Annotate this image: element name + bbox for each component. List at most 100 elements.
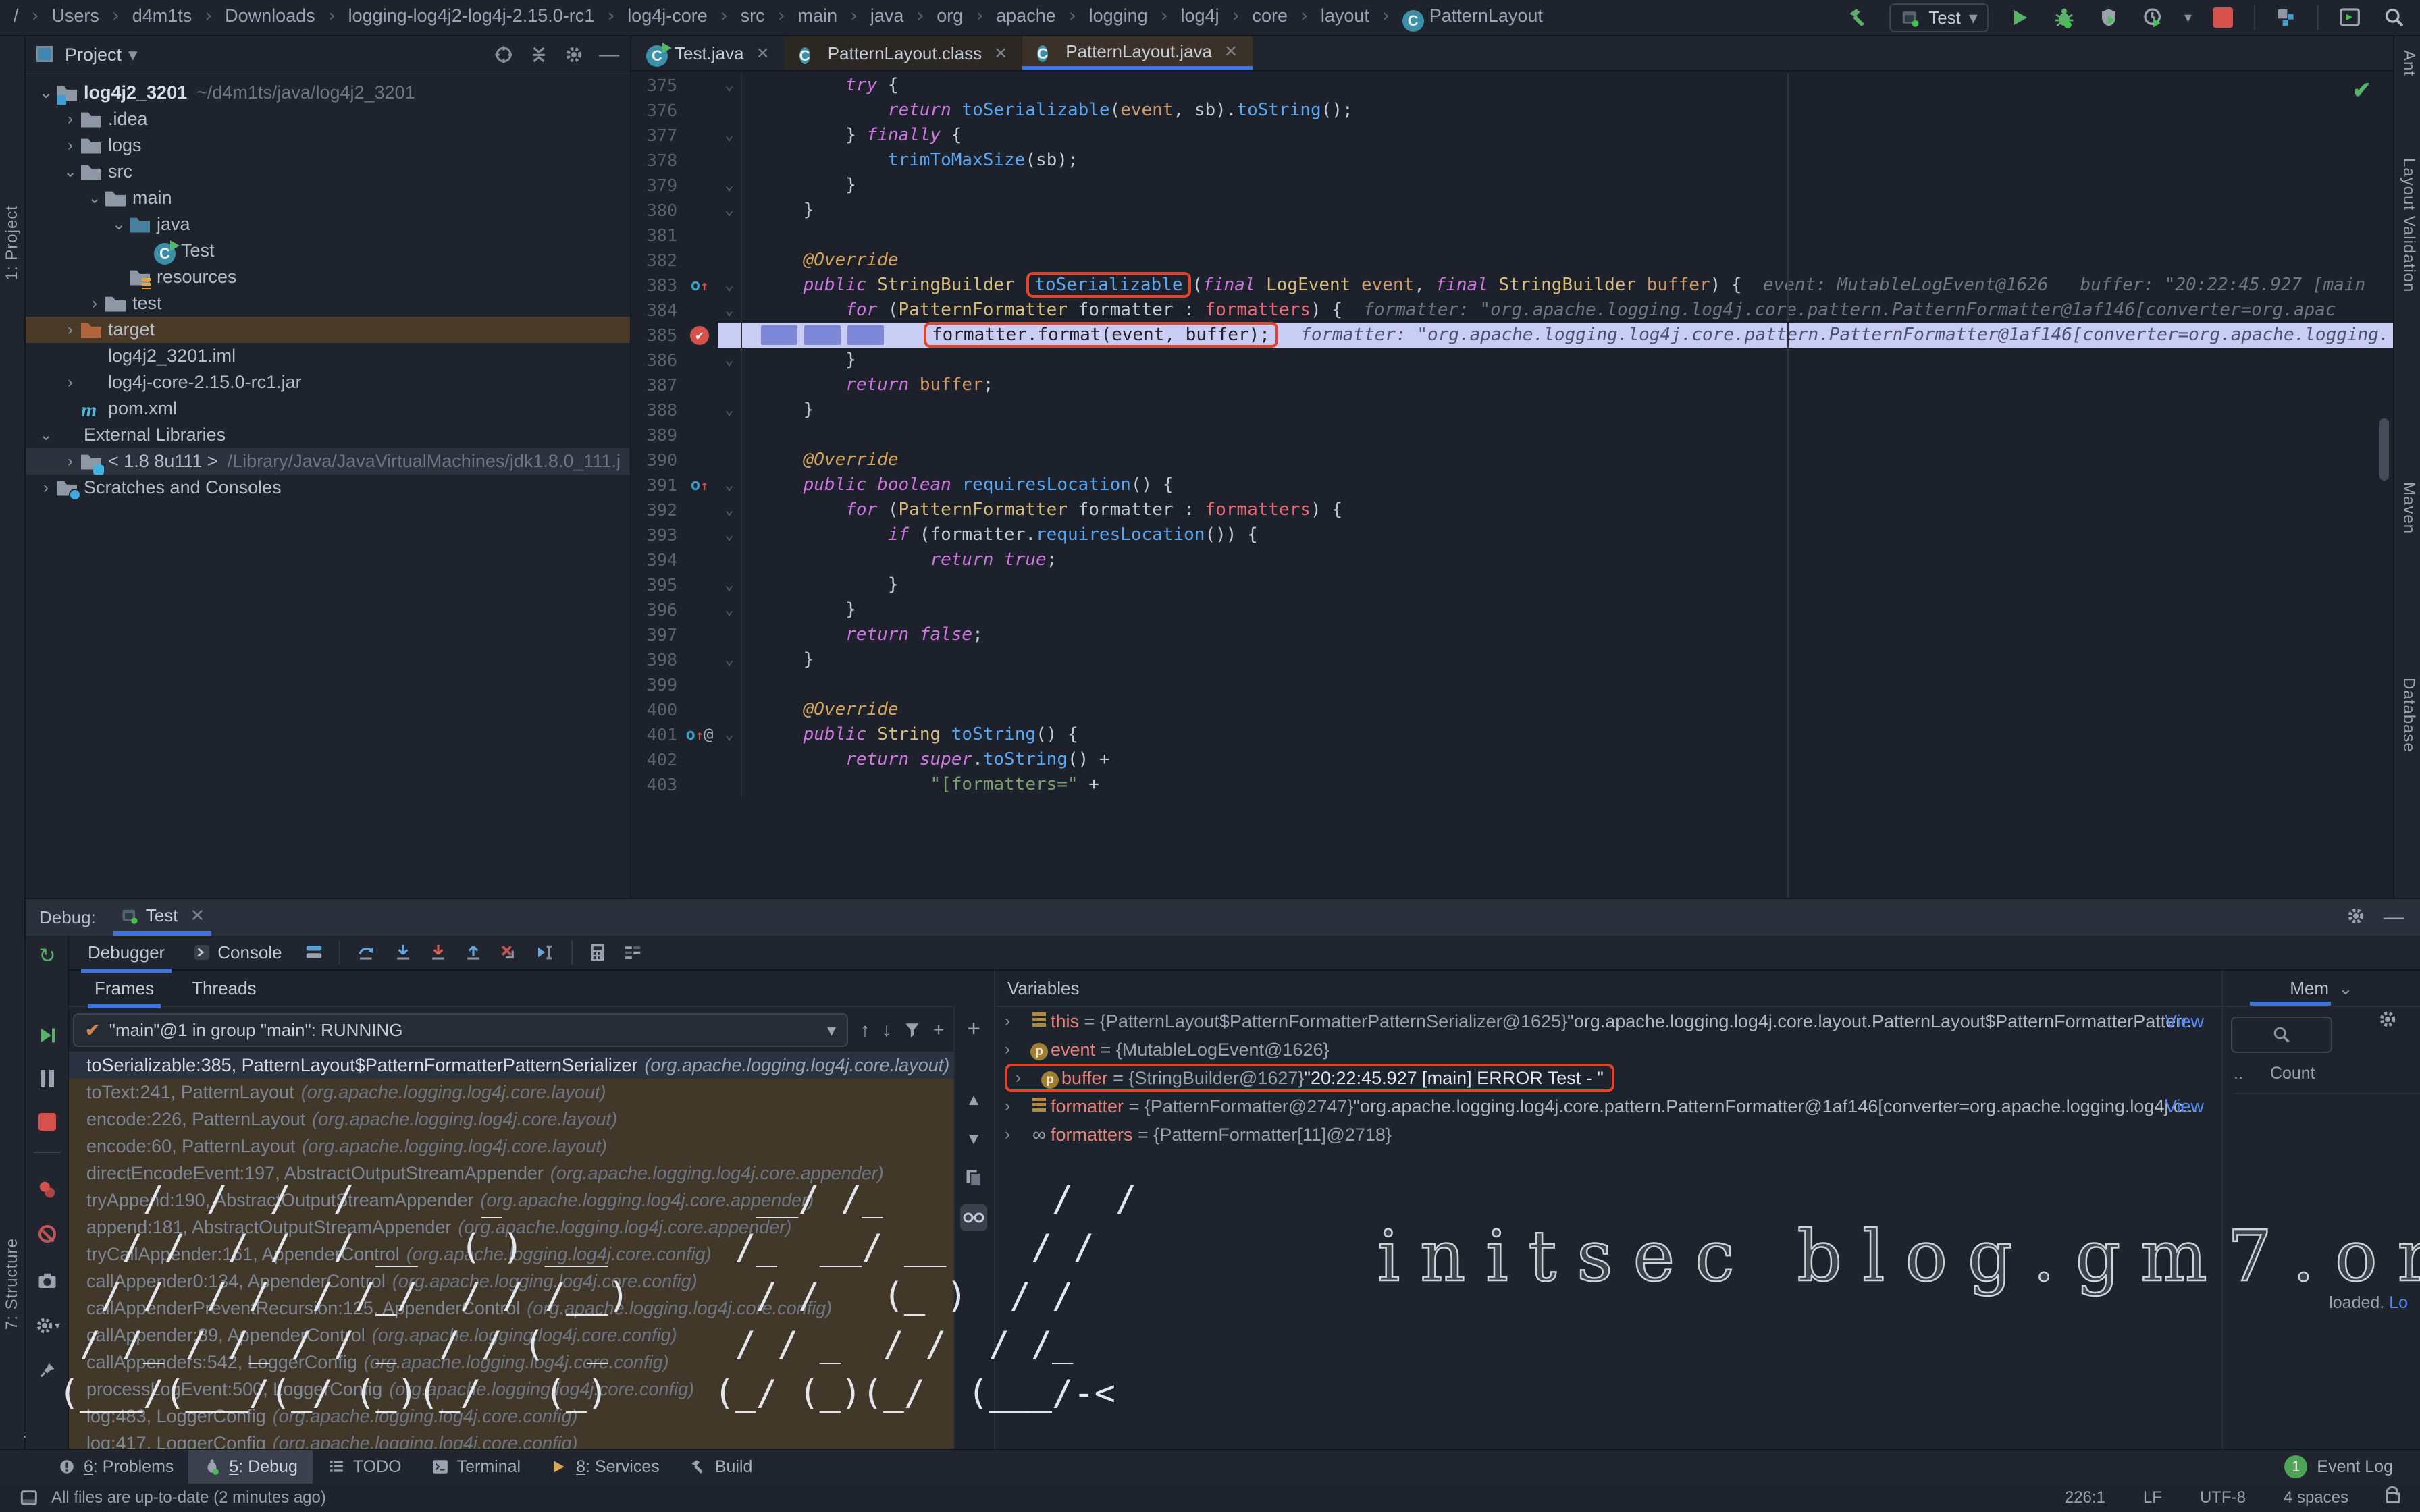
- breadcrumb-segment[interactable]: main: [797, 5, 837, 26]
- tree-chevron-icon[interactable]: ⌄: [108, 215, 130, 234]
- code-area[interactable]: 375⌄ try {376 return toSerializable(even…: [631, 73, 2393, 898]
- breadcrumb-segment[interactable]: org: [937, 5, 963, 26]
- override-icon[interactable]: o↑: [686, 725, 704, 744]
- fold-marker-icon[interactable]: ⌄: [718, 497, 742, 522]
- expand-chevron-icon[interactable]: ›: [1005, 1012, 1028, 1031]
- tree-item--1-8-8u111-[interactable]: ›< 1.8 8u111 >/Library/Java/JavaVirtualM…: [26, 448, 630, 475]
- tree-item-scratches-and-consoles[interactable]: ›Scratches and Consoles: [26, 475, 630, 501]
- close-icon[interactable]: ✕: [190, 905, 205, 926]
- tree-chevron-icon[interactable]: ›: [84, 294, 105, 313]
- stack-frame[interactable]: encode:226, PatternLayout(org.apache.log…: [69, 1106, 953, 1133]
- tree-item-logs[interactable]: ›logs: [26, 132, 630, 159]
- breadcrumb-segment[interactable]: core: [1252, 5, 1288, 26]
- project-view-dropdown-icon[interactable]: ▾: [128, 45, 138, 65]
- breadcrumb-segment[interactable]: Downloads: [225, 5, 315, 26]
- collapse-all-icon[interactable]: [529, 45, 549, 65]
- run-anything-icon[interactable]: [2336, 4, 2363, 31]
- filter-funnel-icon[interactable]: [903, 1021, 921, 1039]
- toolwindow-button-todo[interactable]: TODO: [313, 1450, 417, 1484]
- variable-row-formatter[interactable]: ›formatter = {PatternFormatter@2747} "or…: [995, 1092, 2221, 1120]
- build-hammer-icon[interactable]: [1845, 4, 1872, 31]
- close-icon[interactable]: ✕: [756, 44, 770, 63]
- copy-icon[interactable]: [960, 1164, 987, 1191]
- profiler-dropdown-icon[interactable]: ▾: [2184, 9, 2192, 26]
- stack-frame[interactable]: append:181, AbstractOutputStreamAppender…: [69, 1214, 953, 1241]
- breadcrumb-segment[interactable]: src: [741, 5, 765, 26]
- line-number[interactable]: 395: [631, 572, 681, 597]
- locate-file-icon[interactable]: [494, 45, 514, 65]
- override-icon[interactable]: o↑: [691, 275, 709, 294]
- stack-frame[interactable]: tryCallAppender:161, AppenderControl(org…: [69, 1241, 953, 1268]
- project-structure-icon[interactable]: [2273, 4, 2300, 31]
- toolwindow-button-services[interactable]: 8: Services: [535, 1450, 675, 1484]
- layout-icon[interactable]: [304, 942, 324, 963]
- search-everywhere-icon[interactable]: [2381, 4, 2408, 31]
- tree-item-external-libraries[interactable]: ⌄External Libraries: [26, 422, 630, 448]
- toolwindow-button-build[interactable]: Build: [675, 1450, 768, 1484]
- tree-item-test[interactable]: CTest: [26, 238, 630, 264]
- variable-row-this[interactable]: ›this = {PatternLayout$PatternFormatterP…: [995, 1007, 2221, 1035]
- more-options-icon[interactable]: [623, 942, 643, 963]
- editor-scrollbar[interactable]: [2379, 418, 2389, 481]
- breadcrumb-segment[interactable]: logging-log4j2-log4j-2.15.0-rc1: [348, 5, 595, 26]
- override-icon[interactable]: o↑: [691, 475, 709, 494]
- breadcrumb-segment[interactable]: d4m1ts: [132, 5, 192, 26]
- tree-item-pom-xml[interactable]: mpom.xml: [26, 396, 630, 422]
- breadcrumb-segment[interactable]: CPatternLayout: [1402, 5, 1543, 26]
- scroll-down-icon[interactable]: ▼: [960, 1126, 987, 1153]
- memory-search-box[interactable]: [2231, 1017, 2332, 1053]
- line-number[interactable]: 401: [631, 722, 681, 747]
- tree-item-resources[interactable]: resources: [26, 264, 630, 290]
- project-settings-gear-icon[interactable]: [564, 45, 584, 65]
- line-number[interactable]: 377: [631, 123, 681, 148]
- expand-chevron-icon[interactable]: ›: [1005, 1040, 1028, 1059]
- breadcrumb-segment[interactable]: Users: [51, 5, 99, 26]
- step-into-icon[interactable]: [393, 942, 413, 963]
- tree-chevron-icon[interactable]: ›: [59, 136, 81, 155]
- debug-settings-gear-icon[interactable]: [2346, 906, 2366, 929]
- debug-icon[interactable]: [2051, 4, 2078, 31]
- toolwindow-button-problems[interactable]: 6: Problems: [43, 1450, 188, 1484]
- mute-breakpoints-icon[interactable]: [34, 1220, 61, 1247]
- run-icon[interactable]: [2006, 4, 2033, 31]
- inspection-ok-icon[interactable]: ✔: [2352, 77, 2372, 104]
- tool-stripe-project[interactable]: 1: Project: [3, 205, 22, 280]
- rerun-icon[interactable]: ↻: [34, 942, 61, 969]
- toolwindow-toggle-icon[interactable]: [20, 1490, 39, 1506]
- line-number[interactable]: 402: [631, 747, 681, 772]
- tree-item-main[interactable]: ⌄main: [26, 185, 630, 211]
- fold-marker-icon[interactable]: ⌄: [718, 647, 742, 672]
- tool-stripe-ant[interactable]: Ant: [2399, 50, 2418, 76]
- tree-chevron-icon[interactable]: ⌄: [84, 188, 105, 208]
- fold-marker-icon[interactable]: ⌄: [718, 473, 742, 497]
- stack-frame[interactable]: callAppender:89, AppenderControl(org.apa…: [69, 1322, 953, 1349]
- stop-debug-icon[interactable]: [34, 1108, 61, 1135]
- indent-style[interactable]: 4 spaces: [2284, 1488, 2348, 1507]
- snapshot-camera-icon[interactable]: [34, 1268, 61, 1295]
- line-number[interactable]: 397: [631, 622, 681, 647]
- stack-frame[interactable]: toText:241, PatternLayout(org.apache.log…: [69, 1079, 953, 1106]
- tree-item-log4j2-3201-iml[interactable]: log4j2_3201.iml: [26, 343, 630, 369]
- add-watch-icon[interactable]: +: [960, 1015, 987, 1042]
- evaluate-expression-icon[interactable]: [587, 942, 608, 963]
- watches-glasses-icon[interactable]: [960, 1204, 987, 1231]
- hide-panel-icon[interactable]: —: [599, 43, 619, 66]
- line-ending[interactable]: LF: [2143, 1488, 2162, 1507]
- tree-item-log4j2-3201[interactable]: ⌄log4j2_3201~/d4m1ts/java/log4j2_3201: [26, 80, 630, 106]
- fold-marker-icon[interactable]: ⌄: [718, 173, 742, 198]
- breadcrumb-segment[interactable]: apache: [996, 5, 1056, 26]
- view-link[interactable]: View: [2165, 1011, 2204, 1032]
- line-number[interactable]: 388: [631, 398, 681, 423]
- line-number[interactable]: 389: [631, 423, 681, 448]
- fold-marker-icon[interactable]: ⌄: [718, 522, 742, 547]
- line-number[interactable]: 380: [631, 198, 681, 223]
- fold-marker-icon[interactable]: ⌄: [718, 722, 742, 747]
- tree-chevron-icon[interactable]: ⌄: [59, 162, 81, 182]
- close-icon[interactable]: ✕: [994, 44, 1007, 63]
- breadcrumb-segment[interactable]: layout: [1321, 5, 1369, 26]
- view-link[interactable]: View: [2165, 1096, 2204, 1117]
- line-number[interactable]: 381: [631, 223, 681, 248]
- tab-frames[interactable]: Frames: [88, 975, 161, 1002]
- tree-item-java[interactable]: ⌄java: [26, 211, 630, 238]
- line-number[interactable]: 392: [631, 497, 681, 522]
